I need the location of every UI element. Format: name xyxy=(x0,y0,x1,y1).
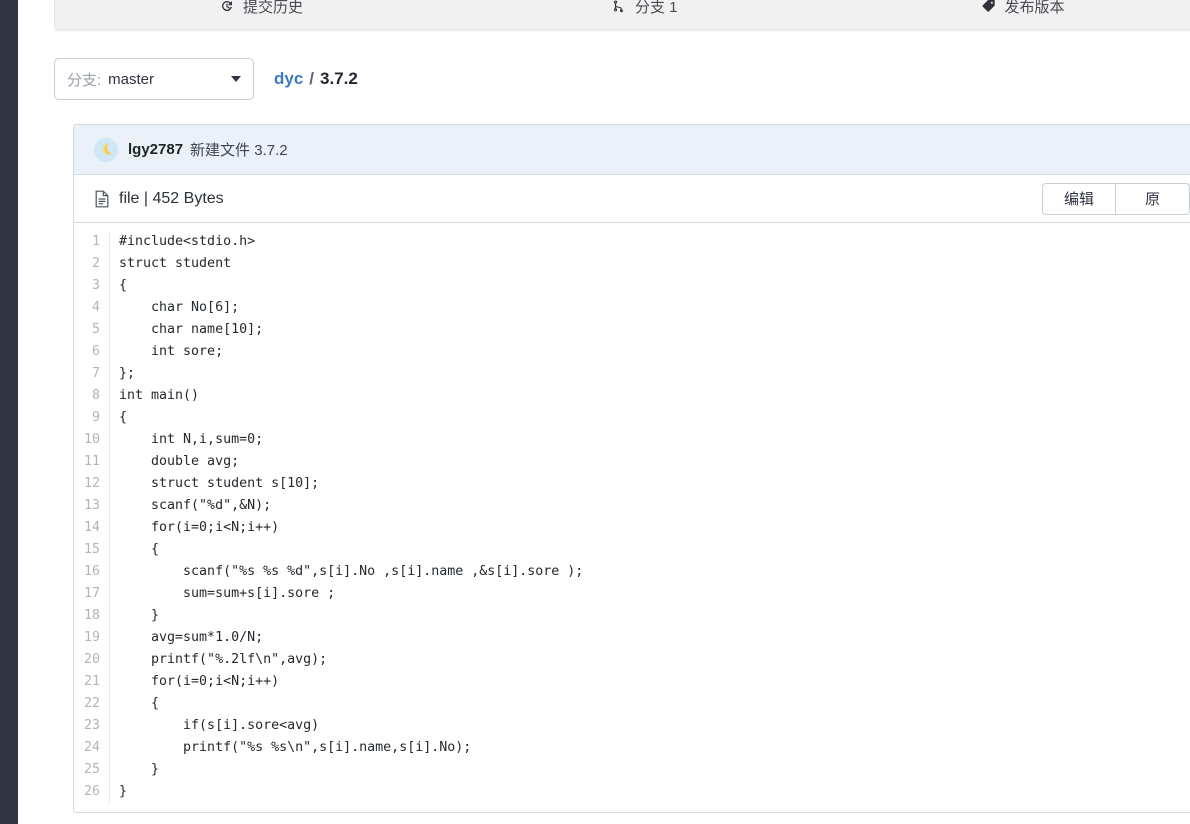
tag-icon xyxy=(981,0,997,14)
code-line: } xyxy=(119,608,160,623)
code-content[interactable]: #include<stdio.h> struct student { char No… xyxy=(110,231,1190,803)
code-line-number: 6 xyxy=(91,344,100,359)
branch-selector-label: 分支: xyxy=(67,71,102,89)
code-line-number: 12 xyxy=(83,476,100,491)
code-line: for(i=0;i<N;i++) xyxy=(119,520,280,535)
code-line-number: 21 xyxy=(83,674,100,689)
code-line: if(s[i].sore<avg) xyxy=(119,718,320,733)
code-line-number: 2 xyxy=(91,256,100,271)
branch-row: 分支: master dyc / 3.7.2 xyxy=(54,58,358,100)
toolbar-item-label: 发布版本 xyxy=(1004,0,1065,16)
code-line-number: 4 xyxy=(91,300,100,315)
code-line-number: 5 xyxy=(91,322,100,337)
breadcrumb-repo-link[interactable]: dyc xyxy=(274,69,303,89)
code-line-number: 19 xyxy=(83,630,100,645)
code-line-number: 18 xyxy=(83,608,100,623)
code-line: struct student xyxy=(119,256,232,271)
file-panel: lgy2787 新建文件 3.7.2 file | 452 Bytes 编辑 原 xyxy=(73,124,1190,813)
toolbar-item-label: 提交历史 xyxy=(243,0,304,16)
raw-button[interactable]: 原 xyxy=(1116,182,1190,215)
code-line: { xyxy=(119,542,160,557)
code-line-number: 7 xyxy=(91,366,100,381)
file-meta-bar: file | 452 Bytes 编辑 原 xyxy=(74,175,1190,223)
commit-author[interactable]: lgy2787 xyxy=(128,141,183,158)
history-icon xyxy=(219,0,235,14)
code-line: sum=sum+s[i].sore ; xyxy=(119,586,336,601)
commit-message: 新建文件 3.7.2 xyxy=(190,142,288,159)
code-line-number: 1 xyxy=(91,234,100,249)
code-line-number: 9 xyxy=(91,410,100,425)
code-line: printf("%.2lf\n",avg); xyxy=(119,652,328,667)
file-action-buttons: 编辑 原 xyxy=(1042,182,1190,215)
code-line-numbers: 1 2 3 4 5 6 7 8 9 10 11 12 13 14 15 16 17 18 19 20 21 22 23 24 2… xyxy=(74,231,110,803)
code-line: struct student s[10]; xyxy=(119,476,320,491)
code-line: char No[6]; xyxy=(119,300,240,315)
breadcrumb: dyc / 3.7.2 xyxy=(274,69,358,89)
code-line: int main() xyxy=(119,388,200,403)
toolbar-item-branches[interactable]: 分支 1 xyxy=(607,0,682,29)
toolbar-item-releases[interactable]: 发布版本 xyxy=(977,0,1069,29)
code-line-number: 20 xyxy=(83,652,100,667)
branch-icon xyxy=(611,0,627,14)
code-line: #include<stdio.h> xyxy=(119,234,256,249)
chevron-down-icon xyxy=(231,76,241,82)
code-line: } xyxy=(119,784,128,799)
code-line-number: 17 xyxy=(83,586,100,601)
breadcrumb-current: 3.7.2 xyxy=(320,69,358,88)
code-line: scanf("%d",&N); xyxy=(119,498,272,513)
toolbar-shadow xyxy=(54,30,1190,33)
file-meta-text: file | 452 Bytes xyxy=(119,189,224,207)
code-line: scanf("%s %s %d",s[i].No ,s[i].name ,&s[… xyxy=(119,564,584,579)
code-line-number: 24 xyxy=(83,740,100,755)
main-content: 提交历史 分支 1 发布版本 分支: master dyc / 3.7.2 lg… xyxy=(19,0,1190,824)
code-line-number: 26 xyxy=(83,784,100,799)
code-line: for(i=0;i<N;i++) xyxy=(119,674,280,689)
code-line-number: 22 xyxy=(83,696,100,711)
avatar[interactable] xyxy=(94,137,118,162)
code-line-number: 14 xyxy=(83,520,100,535)
code-line: { xyxy=(119,410,128,425)
branch-selector[interactable]: 分支: master xyxy=(54,58,254,100)
code-line: { xyxy=(119,696,160,711)
code-line-number: 23 xyxy=(83,718,100,733)
code-line: printf("%s %s\n",s[i].name,s[i].No); xyxy=(119,740,472,755)
toolbar-item-commit-history[interactable]: 提交历史 xyxy=(215,0,307,29)
code-line: }; xyxy=(119,366,136,381)
left-app-rail xyxy=(0,0,18,824)
code-line: char name[10]; xyxy=(119,322,264,337)
toolbar-item-label: 分支 1 xyxy=(635,0,678,16)
repo-toolbar-card: 提交历史 分支 1 发布版本 xyxy=(54,0,1190,30)
code-line-number: 15 xyxy=(83,542,100,557)
code-line: avg=sum*1.0/N; xyxy=(119,630,264,645)
file-icon xyxy=(94,190,110,208)
code-line-number: 13 xyxy=(83,498,100,513)
code-line-number: 11 xyxy=(83,454,100,469)
edit-button[interactable]: 编辑 xyxy=(1042,182,1116,215)
code-viewer: 1 2 3 4 5 6 7 8 9 10 11 12 13 14 15 16 17 18 19 20 21 22 23 24 2… xyxy=(74,223,1190,812)
code-line-number: 10 xyxy=(83,432,100,447)
code-line: } xyxy=(119,762,160,777)
code-line: double avg; xyxy=(119,454,240,469)
code-line-number: 25 xyxy=(83,762,100,777)
branch-selector-value: master xyxy=(108,70,155,88)
code-line: { xyxy=(119,278,128,293)
code-line-number: 8 xyxy=(91,388,100,403)
code-line: int N,i,sum=0; xyxy=(119,432,264,447)
code-line-number: 3 xyxy=(91,278,100,293)
repo-toolbar: 提交历史 分支 1 发布版本 xyxy=(55,0,1190,29)
code-line-number: 16 xyxy=(83,564,100,579)
page-root: 提交历史 分支 1 发布版本 分支: master dyc / 3.7.2 lg… xyxy=(0,0,1190,824)
latest-commit-bar: lgy2787 新建文件 3.7.2 xyxy=(74,125,1190,175)
code-line: int sore; xyxy=(119,344,224,359)
breadcrumb-separator: / xyxy=(309,69,315,88)
